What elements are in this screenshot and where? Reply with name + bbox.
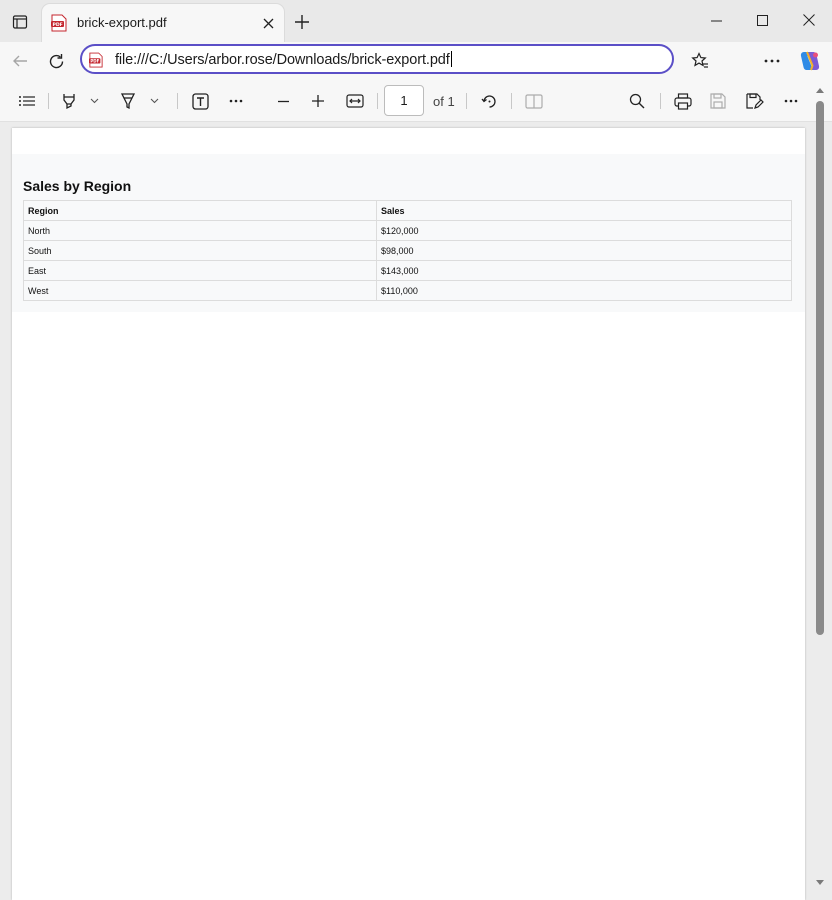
scroll-down-arrow-icon[interactable]: [816, 879, 824, 886]
two-page-icon: [525, 93, 543, 109]
contents-button[interactable]: [15, 88, 39, 114]
copilot-button[interactable]: [795, 45, 825, 77]
search-button[interactable]: [626, 88, 648, 114]
minimize-icon: [710, 20, 722, 21]
print-button[interactable]: [671, 88, 695, 114]
scroll-up-arrow-icon[interactable]: [816, 87, 824, 94]
star-list-icon: [691, 52, 708, 68]
page-view-button[interactable]: [522, 88, 546, 114]
pdf-file-icon: PDF: [51, 14, 67, 32]
minus-icon: [277, 100, 289, 102]
close-icon: [263, 18, 273, 28]
chevron-down-icon: [90, 98, 98, 104]
report-title: Sales by Region: [23, 178, 132, 194]
toolbar-divider: [177, 93, 178, 109]
region-cell: West: [23, 280, 377, 301]
zoom-out-button[interactable]: [272, 88, 294, 114]
back-button[interactable]: [5, 45, 35, 77]
region-cell: North: [23, 220, 377, 241]
more-tools-button[interactable]: [225, 88, 247, 114]
refresh-icon: [49, 53, 63, 68]
page-count-label: of 1: [433, 94, 455, 109]
draw-options-dropdown[interactable]: [147, 88, 161, 114]
fit-to-width-button[interactable]: [343, 88, 367, 114]
tab-title: brick-export.pdf: [77, 15, 167, 30]
tab-brick-export[interactable]: PDF brick-export.pdf: [42, 4, 284, 42]
toolbar-divider: [377, 93, 378, 109]
save-icon: [710, 93, 726, 109]
zoom-in-button[interactable]: [307, 88, 329, 114]
maximize-button[interactable]: [739, 0, 785, 40]
pdf-file-icon: PDF: [89, 52, 103, 68]
settings-more-button[interactable]: [757, 45, 787, 77]
plus-icon: [295, 15, 309, 29]
pdf-toolbar: 1 of 1: [0, 80, 832, 122]
sales-cell: $120,000: [376, 220, 792, 241]
rotate-icon: [480, 94, 496, 108]
sales-table: Region Sales North $120,000 South $98,00…: [23, 200, 792, 301]
sales-cell: $98,000: [376, 240, 792, 261]
toolbar-divider: [660, 93, 661, 109]
region-cell: East: [23, 260, 377, 281]
save-as-icon: [746, 92, 764, 109]
tab-actions-button[interactable]: [6, 8, 34, 36]
pdf-more-options-button[interactable]: [780, 88, 802, 114]
save-button[interactable]: [707, 88, 729, 114]
minimize-button[interactable]: [693, 0, 739, 40]
svg-text:PDF: PDF: [90, 59, 99, 64]
chevron-down-icon: [150, 98, 158, 104]
table-header-row: Region Sales: [23, 200, 792, 221]
copilot-icon: [800, 51, 820, 71]
svg-text:PDF: PDF: [53, 22, 63, 28]
refresh-button[interactable]: [41, 45, 71, 77]
navigation-bar: PDF file:///C:/Users/arbor.rose/Download…: [0, 42, 832, 80]
toolbar-divider: [466, 93, 467, 109]
rotate-button[interactable]: [478, 88, 500, 114]
plus-icon: [312, 95, 324, 107]
ellipsis-icon: [229, 99, 243, 103]
save-as-button[interactable]: [743, 88, 767, 114]
address-url: file:///C:/Users/arbor.rose/Downloads/br…: [115, 51, 452, 68]
window-close-button[interactable]: [786, 0, 832, 40]
toolbar-divider: [511, 93, 512, 109]
tab-actions-icon: [12, 15, 28, 29]
text-box-icon: [191, 92, 209, 110]
search-icon: [629, 93, 645, 109]
page-number-input[interactable]: 1: [384, 85, 424, 116]
column-header-sales: Sales: [376, 200, 792, 221]
pdf-viewport: Sales by Region Region Sales North $120,…: [0, 122, 832, 900]
list-icon: [19, 96, 35, 106]
ellipsis-icon: [784, 99, 798, 103]
scrollbar-thumb[interactable]: [816, 101, 824, 635]
table-row: East $143,000: [23, 260, 792, 281]
new-tab-button[interactable]: [288, 8, 316, 36]
back-arrow-icon: [13, 55, 27, 67]
add-text-button[interactable]: [189, 88, 211, 114]
report-section: Sales by Region Region Sales North $120,…: [12, 154, 805, 312]
region-cell: South: [23, 240, 377, 261]
pdf-page: Sales by Region Region Sales North $120,…: [12, 128, 805, 900]
fit-width-icon: [346, 94, 364, 108]
close-icon: [803, 14, 815, 26]
table-row: North $120,000: [23, 220, 792, 241]
column-header-region: Region: [23, 200, 377, 221]
table-row: West $110,000: [23, 280, 792, 301]
favorites-button[interactable]: [685, 45, 715, 77]
highlighter-icon: [63, 94, 75, 110]
toolbar-divider: [48, 93, 49, 109]
sales-cell: $110,000: [376, 280, 792, 301]
table-row: South $98,000: [23, 240, 792, 261]
ellipsis-icon: [764, 59, 780, 63]
draw-button[interactable]: [117, 88, 139, 114]
highlight-options-dropdown[interactable]: [87, 88, 101, 114]
print-icon: [674, 92, 692, 110]
address-bar[interactable]: PDF file:///C:/Users/arbor.rose/Download…: [80, 44, 674, 74]
sales-cell: $143,000: [376, 260, 792, 281]
tab-close-button[interactable]: [258, 13, 278, 33]
tab-strip: PDF brick-export.pdf: [0, 0, 832, 42]
maximize-icon: [756, 14, 768, 26]
highlight-button[interactable]: [58, 88, 80, 114]
draw-icon: [120, 93, 136, 110]
